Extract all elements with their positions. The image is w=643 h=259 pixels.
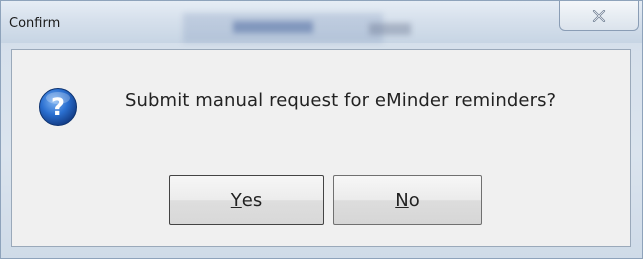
background-blur-text [233, 21, 313, 33]
yes-button[interactable]: Yes [169, 175, 324, 225]
question-icon: ? [38, 87, 78, 127]
close-icon [592, 9, 606, 22]
yes-button-label: es [241, 189, 263, 211]
window-title: Confirm [9, 16, 61, 31]
confirm-dialog-window: Confirm ? Submit manual request for eMin… [0, 0, 643, 259]
dialog-message: Submit manual request for eMinder remind… [125, 90, 557, 111]
no-button-mnemonic: N [395, 189, 409, 211]
svg-text:?: ? [51, 93, 65, 121]
dialog-body: ? Submit manual request for eMinder remi… [11, 49, 631, 247]
title-bar[interactable]: Confirm [1, 1, 642, 43]
no-button[interactable]: No [333, 175, 482, 225]
background-blur-text-2 [369, 23, 411, 35]
close-button[interactable] [559, 1, 639, 31]
yes-button-mnemonic: Y [230, 189, 242, 211]
no-button-label: o [408, 189, 420, 211]
